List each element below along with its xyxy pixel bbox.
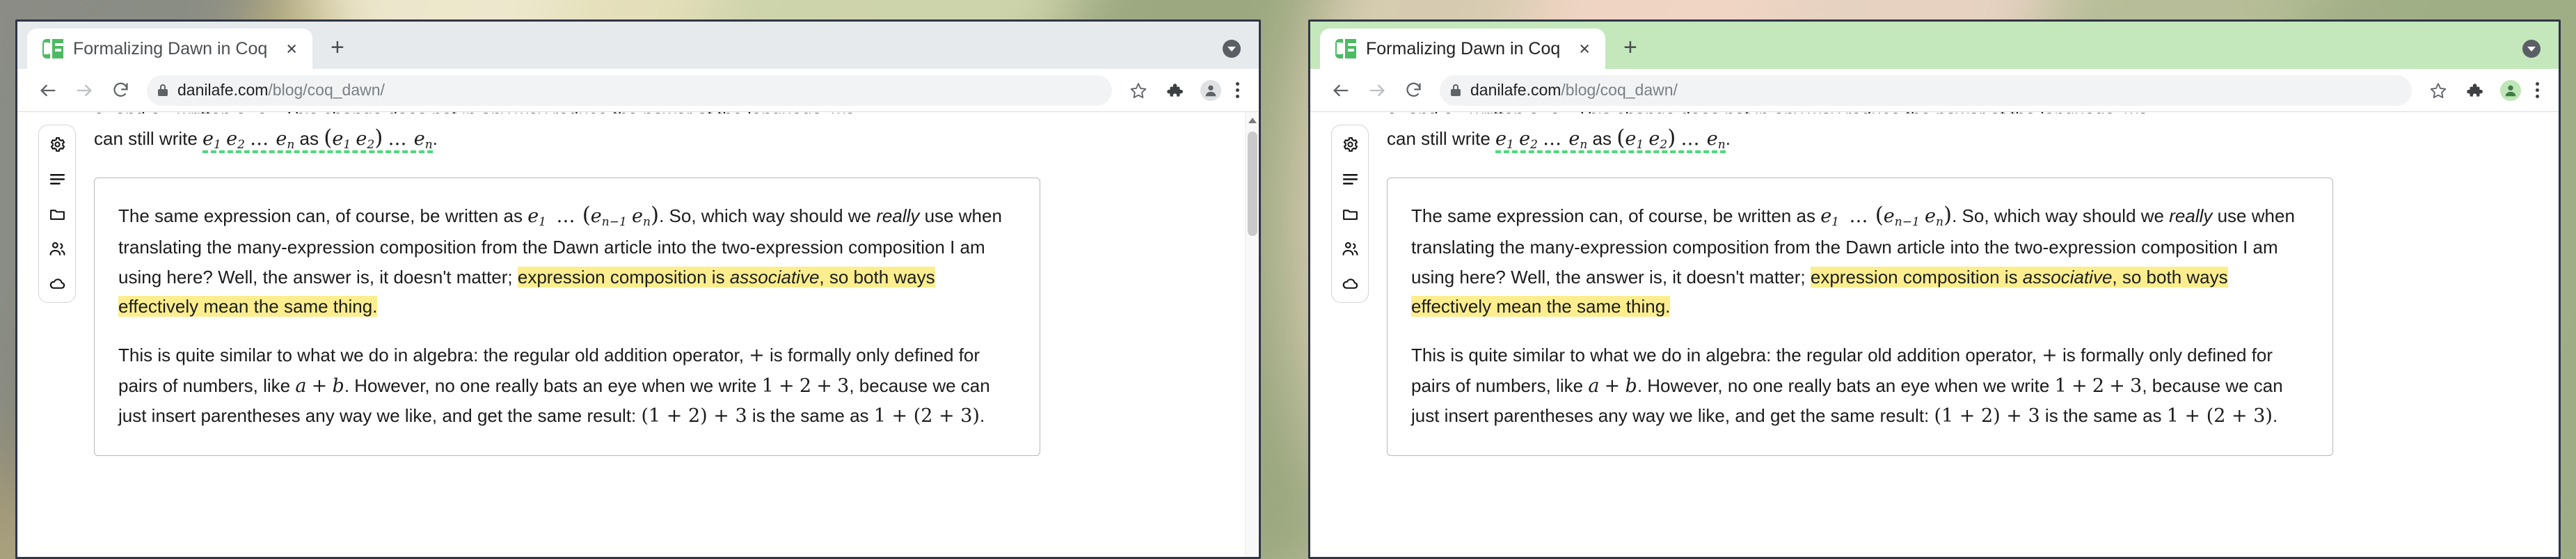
floating-icon-rail — [38, 125, 76, 303]
tabstrip-actions — [1223, 40, 1241, 58]
cloud-icon[interactable] — [1341, 274, 1359, 292]
profile-avatar[interactable] — [2492, 72, 2529, 109]
url-text: danilafe.com/blog/coq_dawn/ — [1470, 81, 1678, 100]
tab-search-icon[interactable] — [1223, 40, 1241, 58]
browser-tab[interactable]: Formalizing Dawn in Coq × — [1320, 29, 1605, 69]
url-domain: danilafe.com — [177, 81, 269, 99]
url-path: /blog/coq_dawn/ — [268, 81, 385, 99]
address-bar[interactable]: danilafe.com/blog/coq_dawn/ — [147, 74, 1112, 106]
page-content: e₁ and e₂, written e₁ e₂. This change do… — [1310, 112, 2559, 557]
url-domain: danilafe.com — [1470, 81, 1561, 99]
extensions-puzzle-icon[interactable] — [1156, 72, 1193, 109]
browser-toolbar: danilafe.com/blog/coq_dawn/ — [1310, 69, 2559, 112]
lock-icon — [1451, 84, 1461, 96]
clipped-previous-line: e₁ and e₂, written e₁ e₂. This change do… — [1387, 112, 2333, 113]
callout-paragraph-2: This is quite similar to what we do in a… — [118, 344, 990, 427]
browser-menu-button[interactable] — [1229, 82, 1246, 98]
browser-tab[interactable]: Formalizing Dawn in Coq × — [27, 29, 312, 69]
cloud-icon[interactable] — [48, 274, 66, 292]
gear-icon[interactable] — [1341, 135, 1359, 153]
callout-box: The same expression can, of course, be w… — [1387, 178, 2333, 456]
avatar — [2500, 79, 2521, 101]
browser-toolbar: danilafe.com/blog/coq_dawn/ — [17, 69, 1259, 112]
page-content: e₁ and e₂, written e₁ e₂. This change do… — [17, 112, 1245, 557]
df-monogram-icon — [42, 38, 63, 59]
lead-paragraph: can still write e1 e2 … en as (e1 e2) … … — [1387, 120, 2333, 155]
people-icon[interactable] — [48, 239, 66, 258]
close-icon[interactable]: × — [1575, 39, 1594, 58]
tabstrip-actions — [2522, 40, 2541, 58]
new-tab-button[interactable]: + — [331, 36, 344, 59]
green-underlined-math: e1 e2 … en as (e1 e2) … en — [202, 125, 433, 153]
tab-title: Formalizing Dawn in Coq — [1366, 38, 1561, 58]
folder-icon[interactable] — [48, 205, 66, 223]
browser-menu-button[interactable] — [2529, 82, 2546, 98]
people-icon[interactable] — [1341, 239, 1359, 258]
page-viewport: e₁ and e₂, written e₁ e₂. This change do… — [17, 112, 1259, 557]
extensions-puzzle-icon[interactable] — [2456, 72, 2492, 109]
scrollbar-thumb[interactable] — [1248, 132, 1257, 236]
lock-icon — [158, 84, 168, 96]
article-body: e₁ and e₂, written e₁ e₂. This change do… — [94, 112, 1110, 456]
clipped-previous-line: e₁ and e₂, written e₁ e₂. This change do… — [94, 112, 1040, 113]
forward-button[interactable] — [1359, 72, 1395, 109]
df-monogram-icon — [1335, 38, 1356, 59]
new-tab-button[interactable]: + — [1623, 36, 1637, 59]
back-button[interactable] — [30, 72, 66, 109]
floating-icon-rail — [1331, 125, 1369, 303]
page-viewport: e₁ and e₂, written e₁ e₂. This change do… — [1310, 112, 2559, 557]
avatar — [1200, 79, 1221, 101]
list-icon[interactable] — [48, 170, 66, 188]
close-icon[interactable]: × — [282, 39, 301, 58]
tab-strip: Formalizing Dawn in Coq × + — [17, 22, 1259, 69]
lead-before: can still write — [1387, 128, 1496, 149]
lead-paragraph: can still write e1 e2 … en as (e1 e2) … … — [94, 120, 1040, 155]
callout-paragraph-1: The same expression can, of course, be w… — [118, 203, 1002, 317]
page-scrollbar[interactable] — [1245, 112, 1259, 557]
reload-button[interactable] — [1395, 72, 1431, 109]
gear-icon[interactable] — [48, 135, 66, 153]
tab-title: Formalizing Dawn in Coq — [73, 38, 268, 58]
bookmark-star-icon[interactable] — [2420, 72, 2456, 109]
url-path: /blog/coq_dawn/ — [1561, 81, 1678, 99]
reload-button[interactable] — [102, 72, 138, 109]
address-bar[interactable]: danilafe.com/blog/coq_dawn/ — [1440, 74, 2412, 106]
lead-before: can still write — [94, 128, 203, 149]
profile-avatar[interactable] — [1193, 72, 1229, 109]
scroll-up-arrow-icon[interactable] — [1248, 118, 1257, 123]
callout-paragraph-2: This is quite similar to what we do in a… — [1411, 344, 2283, 427]
browser-window-right[interactable]: Formalizing Dawn in Coq × + danilafe.com… — [1308, 19, 2561, 559]
browser-window-left[interactable]: Formalizing Dawn in Coq × + danilafe.com… — [15, 19, 1261, 559]
list-icon[interactable] — [1341, 170, 1359, 188]
bookmark-star-icon[interactable] — [1120, 72, 1156, 109]
green-underlined-math: e1 e2 … en as (e1 e2) … en — [1495, 125, 1726, 153]
tab-search-icon[interactable] — [2522, 40, 2541, 58]
back-button[interactable] — [1323, 72, 1359, 109]
forward-button[interactable] — [66, 72, 102, 109]
article-body: e₁ and e₂, written e₁ e₂. This change do… — [1387, 112, 2403, 456]
tab-strip: Formalizing Dawn in Coq × + — [1310, 22, 2559, 69]
callout-box: The same expression can, of course, be w… — [94, 178, 1040, 456]
folder-icon[interactable] — [1341, 205, 1359, 223]
callout-paragraph-1: The same expression can, of course, be w… — [1411, 203, 2295, 317]
url-text: danilafe.com/blog/coq_dawn/ — [177, 81, 385, 100]
